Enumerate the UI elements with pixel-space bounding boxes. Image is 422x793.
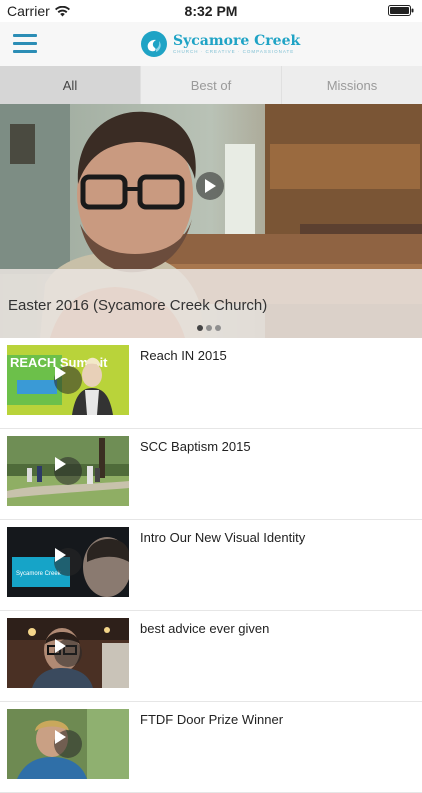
clock: 8:32 PM: [184, 3, 238, 19]
video-title: Reach IN 2015: [140, 348, 227, 363]
logo-wordmark: Sycamore Creek CHURCH · CREATIVE · COMPA…: [173, 34, 300, 55]
tab-all[interactable]: All: [0, 66, 141, 104]
page-dot[interactable]: [206, 325, 212, 331]
video-thumbnail: [7, 618, 129, 688]
menu-bar-line: [13, 50, 37, 53]
list-item[interactable]: Sycamore Creek Intro Our New Visual Iden…: [0, 520, 422, 611]
play-icon: [54, 730, 82, 758]
play-icon: [54, 457, 82, 485]
play-icon: [54, 639, 82, 667]
play-icon: [54, 548, 82, 576]
featured-caption: Easter 2016 (Sycamore Creek Church): [0, 269, 422, 338]
video-title: FTDF Door Prize Winner: [140, 712, 284, 727]
menu-bar-line: [13, 34, 37, 37]
page-indicator: [197, 325, 221, 331]
logo-mark-icon: [141, 31, 167, 57]
logo-tagline: CHURCH · CREATIVE · COMPASSIONATE: [173, 48, 295, 54]
church-logo: Sycamore Creek CHURCH · CREATIVE · COMPA…: [140, 27, 300, 61]
video-title: Intro Our New Visual Identity: [140, 530, 306, 545]
hamburger-menu-button[interactable]: [13, 34, 37, 54]
video-title: SCC Baptism 2015: [140, 439, 251, 454]
video-thumbnail: Sycamore Creek: [7, 527, 129, 597]
featured-video[interactable]: Easter 2016 (Sycamore Creek Church): [0, 104, 422, 338]
list-item[interactable]: SCC Baptism 2015: [0, 429, 422, 520]
status-bar: Carrier 8:32 PM: [0, 0, 422, 22]
featured-title: Easter 2016 (Sycamore Creek Church): [8, 297, 268, 314]
video-thumbnail: REACH Summit: [7, 345, 129, 415]
video-list: REACH Summit Reach IN 2015 SCC Baptism 2…: [0, 338, 422, 793]
video-title: best advice ever given: [140, 621, 270, 636]
list-item[interactable]: REACH Summit Reach IN 2015: [0, 338, 422, 429]
play-icon[interactable]: [196, 172, 224, 200]
video-thumbnail: [7, 709, 129, 779]
menu-bar-line: [13, 42, 37, 45]
nav-bar: Sycamore Creek CHURCH · CREATIVE · COMPA…: [0, 22, 422, 66]
tab-missions[interactable]: Missions: [282, 66, 422, 104]
list-item[interactable]: best advice ever given: [0, 611, 422, 702]
battery-icon: [388, 5, 414, 16]
play-icon: [54, 366, 82, 394]
video-thumbnail: [7, 436, 129, 506]
tab-best-of[interactable]: Best of: [141, 66, 282, 104]
list-item[interactable]: FTDF Door Prize Winner: [0, 702, 422, 793]
thumb-text: Sycamore Creek: [16, 571, 62, 577]
page-dot[interactable]: [215, 325, 221, 331]
page-dot[interactable]: [197, 325, 203, 331]
logo-name: Sycamore Creek: [173, 32, 301, 49]
category-tabs: All Best of Missions: [0, 66, 422, 105]
